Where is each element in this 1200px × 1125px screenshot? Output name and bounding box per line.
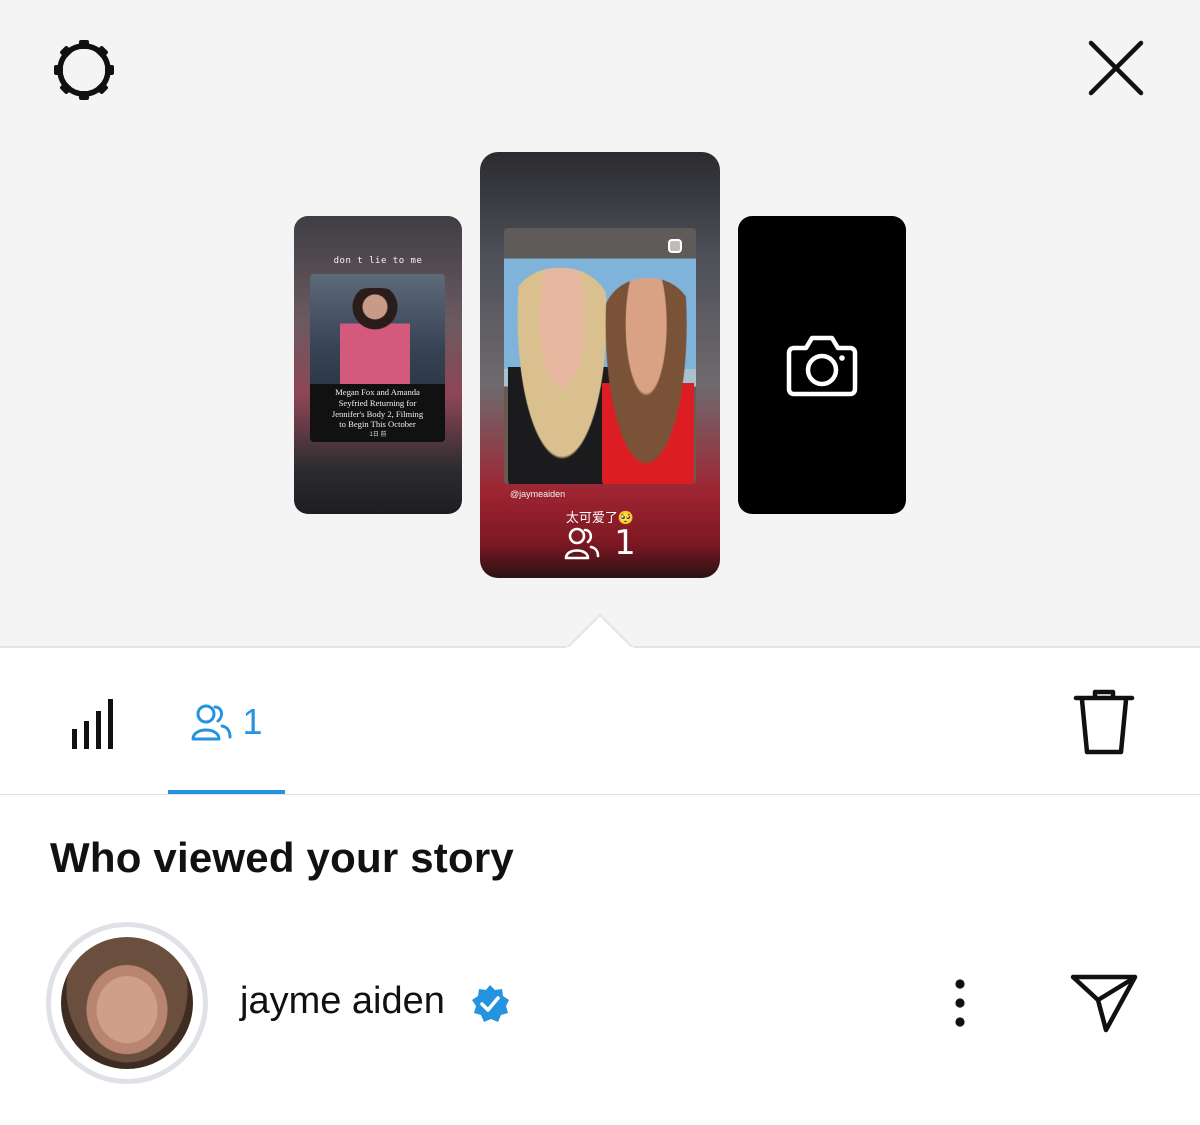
story-viewer-count: 1 bbox=[480, 523, 720, 563]
tab-insights[interactable] bbox=[58, 688, 134, 758]
active-story-pointer bbox=[566, 613, 634, 649]
story-handle: @jaymeaiden bbox=[510, 489, 566, 499]
avatar[interactable] bbox=[46, 922, 208, 1084]
close-button[interactable] bbox=[1076, 28, 1156, 108]
story-caption: don t lie to me bbox=[333, 256, 423, 266]
gear-icon bbox=[54, 40, 114, 100]
tab-viewers[interactable]: 1 bbox=[168, 680, 285, 764]
add-story-card[interactable] bbox=[738, 216, 906, 514]
send-icon bbox=[1070, 974, 1138, 1033]
story-tab-bar: 1 bbox=[0, 650, 1200, 795]
active-tab-indicator bbox=[168, 790, 285, 794]
trash-icon bbox=[1073, 689, 1135, 755]
send-message-button[interactable] bbox=[1066, 968, 1142, 1038]
verified-badge-icon bbox=[472, 985, 509, 1022]
story-preview-area: don t lie to me Megan Fox and Amanda Sey… bbox=[0, 0, 1200, 648]
story-photo bbox=[504, 228, 696, 484]
people-icon bbox=[564, 527, 600, 560]
current-story-thumbnail[interactable]: @jaymeaiden 太可爱了🥺 1 bbox=[480, 152, 720, 578]
story-photo: Megan Fox and Amanda Seyfried Returning … bbox=[310, 274, 445, 442]
close-icon bbox=[1088, 40, 1144, 96]
viewers-count: 1 bbox=[242, 701, 263, 742]
viewer-list-item[interactable]: jayme aiden bbox=[0, 920, 1200, 1088]
previous-story-thumbnail[interactable]: don t lie to me Megan Fox and Amanda Sey… bbox=[294, 216, 462, 514]
more-options-button[interactable] bbox=[934, 970, 986, 1036]
sticker-icon bbox=[668, 239, 682, 253]
bar-chart-icon bbox=[72, 699, 113, 749]
viewer-username[interactable]: jayme aiden bbox=[240, 980, 445, 1023]
story-time: 1日 前 bbox=[369, 432, 387, 438]
section-title: Who viewed your story bbox=[50, 834, 514, 881]
settings-button[interactable] bbox=[44, 30, 124, 110]
camera-icon bbox=[786, 335, 858, 397]
more-vertical-icon bbox=[955, 979, 965, 1027]
delete-story-button[interactable] bbox=[1066, 682, 1142, 762]
people-icon bbox=[191, 704, 232, 741]
